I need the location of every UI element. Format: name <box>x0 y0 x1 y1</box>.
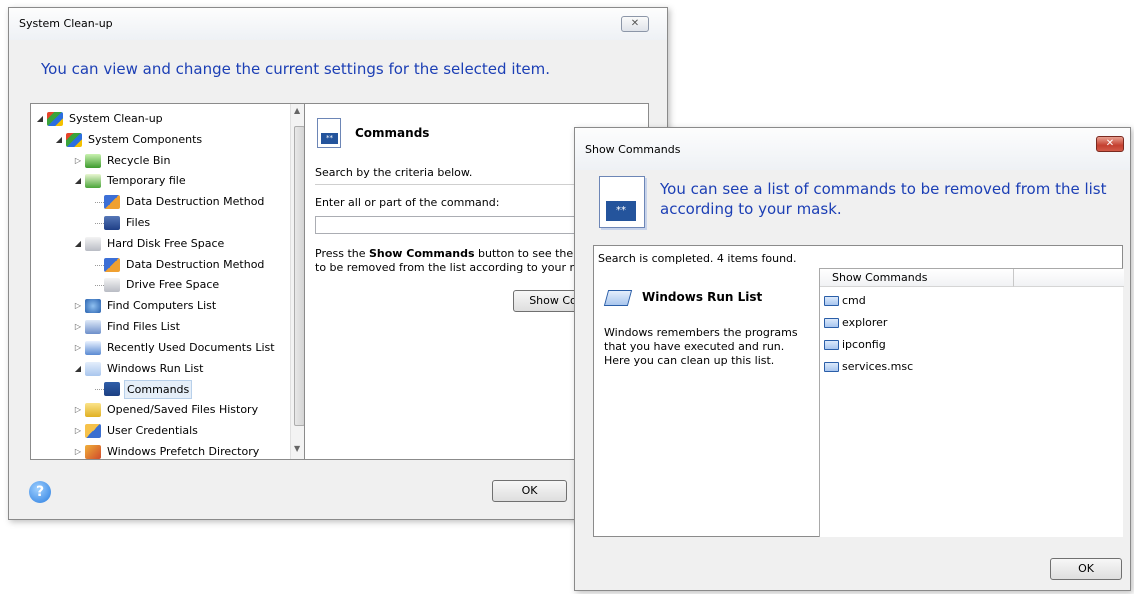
command-label: ipconfig <box>842 338 886 351</box>
left-description-line2: that you have executed and run. <box>604 340 785 353</box>
command-label: explorer <box>842 316 888 329</box>
close-button[interactable]: ✕ <box>621 16 649 32</box>
command-row[interactable]: explorer <box>824 315 1004 333</box>
dialog-headline-line2: according to your mask. <box>660 200 842 218</box>
command-row[interactable]: cmd <box>824 293 1004 311</box>
column-header-label: Show Commands <box>832 271 928 284</box>
left-description-line3: Here you can clean up this list. <box>604 354 775 367</box>
tree-item-label: Hard Disk Free Space <box>107 236 225 250</box>
command-label: services.msc <box>842 360 914 373</box>
data-destruction-icon <box>104 257 120 272</box>
column-header[interactable]: Show Commands <box>820 269 1014 287</box>
tree-item-label: System Clean-up <box>69 112 163 125</box>
left-title: Windows Run List <box>642 290 763 304</box>
tree-item-label: Find Computers List <box>107 299 217 313</box>
search-criteria-label: Search by the criteria below. <box>315 166 473 179</box>
prefetch-icon <box>85 444 101 459</box>
system-cleanup-window: System Clean-up ✕ You can view and chang… <box>8 7 668 520</box>
expanded-arrow-icon[interactable]: ◢ <box>73 234 83 254</box>
collapsed-arrow-icon[interactable]: ▷ <box>73 317 83 337</box>
commands-list[interactable]: Show Commands cmd explorer ipconfig service… <box>819 268 1124 537</box>
search-status: Search is completed. 4 items found. <box>598 252 797 265</box>
run-list-icon <box>603 290 633 306</box>
collapsed-arrow-icon[interactable]: ▷ <box>73 400 83 420</box>
tree-item-label: Drive Free Space <box>126 278 220 292</box>
tree-item-label: Data Destruction Method <box>126 195 265 209</box>
command-row[interactable]: ipconfig <box>824 337 1004 355</box>
commands-icon <box>104 382 120 397</box>
show-commands-large-icon: ** <box>599 176 645 228</box>
hard-disk-icon <box>85 236 101 251</box>
title-bar: System Clean-up <box>9 8 667 40</box>
dialog-headline-line1: You can see a list of commands to be rem… <box>660 180 1107 198</box>
command-icon <box>824 340 839 350</box>
show-commands-description: Press the Show Commands button to see th… <box>315 247 574 260</box>
tree-item-label: Windows Run List <box>107 361 204 375</box>
window-title: System Clean-up <box>19 17 113 30</box>
collapsed-arrow-icon[interactable]: ▷ <box>73 442 83 462</box>
tree-item-label: Recycle Bin <box>107 153 171 167</box>
tree-item-label: Data Destruction Method <box>126 257 265 271</box>
data-destruction-icon <box>104 195 120 210</box>
drive-icon <box>104 278 120 293</box>
tree-item-label: Find Files List <box>107 320 180 333</box>
details-title: Commands <box>355 126 430 140</box>
command-icon <box>824 296 839 306</box>
tree-item-label: Windows Prefetch Directory <box>107 444 260 458</box>
command-row[interactable]: services.msc <box>824 359 1004 377</box>
tree-item-label: Commands <box>124 380 193 400</box>
user-credentials-icon <box>85 424 101 438</box>
expanded-arrow-icon[interactable]: ◢ <box>35 109 45 129</box>
window-title: Show Commands <box>585 143 681 156</box>
collapsed-arrow-icon[interactable]: ▷ <box>73 421 83 441</box>
collapsed-arrow-icon[interactable]: ▷ <box>73 338 83 358</box>
page-headline: You can view and change the current sett… <box>41 60 550 78</box>
tree-item-label: Recently Used Documents List <box>107 340 275 354</box>
expanded-arrow-icon[interactable]: ◢ <box>73 171 83 191</box>
scroll-up-arrow[interactable]: ▲ <box>294 106 300 115</box>
tree-item-label: Temporary file <box>107 174 186 188</box>
windows-flag-icon <box>47 112 63 126</box>
command-icon <box>824 362 839 372</box>
windows-flag-icon <box>66 132 82 147</box>
left-description-line1: Windows remembers the programs <box>604 326 798 339</box>
expanded-arrow-icon[interactable]: ◢ <box>54 130 64 150</box>
settings-tree[interactable]: ◢ System Clean-up ◢ System Components ▷ Recyc… <box>30 103 307 460</box>
find-files-icon <box>85 320 101 334</box>
tree-connector <box>95 264 104 266</box>
help-icon[interactable]: ? <box>29 481 51 503</box>
title-bar: Show Commands <box>575 128 1130 170</box>
results-panel: Search is completed. 4 items found. Wind… <box>593 245 1124 537</box>
expanded-arrow-icon[interactable]: ◢ <box>73 359 83 379</box>
commands-large-icon: ** <box>317 118 341 148</box>
folder-icon <box>85 403 101 418</box>
tree-item-label: Files <box>126 216 151 229</box>
tree-connector <box>95 389 104 391</box>
command-label: cmd <box>842 294 866 307</box>
ok-button[interactable]: OK <box>492 480 567 502</box>
recent-docs-icon <box>85 340 101 355</box>
show-commands-window: Show Commands ✕ ** You can see a list of… <box>574 127 1131 591</box>
tree-connector <box>95 202 104 204</box>
command-input-label: Enter all or part of the command: <box>315 196 500 209</box>
find-computers-icon <box>85 299 101 314</box>
ok-button[interactable]: OK <box>1050 558 1122 580</box>
temporary-file-icon <box>85 174 101 189</box>
tree-item-label: User Credentials <box>107 424 198 437</box>
collapsed-arrow-icon[interactable]: ▷ <box>73 151 83 171</box>
run-list-icon <box>85 361 101 376</box>
tree-item-label: Opened/Saved Files History <box>107 403 259 417</box>
command-icon <box>824 318 839 328</box>
recycle-bin-icon <box>85 153 101 168</box>
column-header-filler <box>1014 269 1124 287</box>
tree-item-label: System Components <box>88 132 203 146</box>
tree-connector <box>95 285 104 287</box>
files-icon <box>104 216 120 230</box>
close-button[interactable]: ✕ <box>1096 136 1124 152</box>
show-commands-description-line2: to be removed from the list according to… <box>315 261 587 274</box>
collapsed-arrow-icon[interactable]: ▷ <box>73 296 83 316</box>
tree-connector <box>95 223 104 224</box>
scroll-down-arrow[interactable]: ▼ <box>294 444 300 453</box>
